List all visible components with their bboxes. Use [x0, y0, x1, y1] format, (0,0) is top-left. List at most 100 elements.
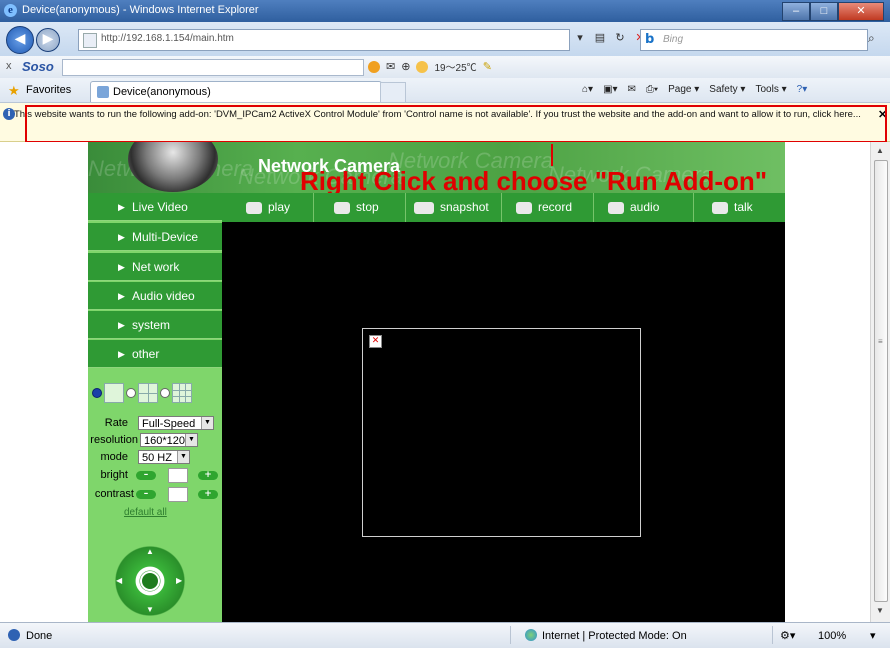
scroll-up-icon[interactable]: ▲	[876, 146, 884, 155]
menu-item-live-video[interactable]: ▶ Live Video	[88, 193, 222, 221]
weather-text[interactable]: 19～25℃	[434, 59, 476, 74]
menu-item-system[interactable]: ▶ system	[88, 311, 222, 339]
scroll-thumb[interactable]	[874, 160, 888, 602]
favorites-star-icon[interactable]: ★	[8, 83, 20, 99]
close-button[interactable]: ✕	[838, 2, 884, 21]
rate-select[interactable]: Full-Speed ▼	[138, 416, 214, 430]
compatibility-icon[interactable]: ▤	[592, 29, 608, 47]
back-button[interactable]: ◀	[6, 26, 34, 54]
ptz-center-icon[interactable]	[140, 571, 160, 591]
address-input[interactable]: http://192.168.1.154/main.htm	[78, 29, 570, 51]
layout-1-icon	[104, 383, 124, 403]
pan-right-icon[interactable]: ▶	[176, 576, 182, 585]
default-all-link[interactable]: default all	[124, 507, 167, 518]
new-tab-button[interactable]	[380, 82, 406, 103]
bright-label: bright	[100, 469, 128, 481]
bright-decrease-button[interactable]: –	[136, 471, 156, 480]
soso-toolbar: x Soso ✉ ⊕ 19～25℃ ✎	[0, 56, 890, 79]
pan-up-icon[interactable]: ▲	[146, 547, 154, 556]
camera-dome-logo	[128, 142, 218, 192]
layout-9-icon	[172, 383, 192, 403]
layout-9-radio[interactable]	[160, 388, 170, 398]
favorites-bar: ★ Favorites Device(anonymous) ⌂▾ ▣▾ ✉ ⎙▾…	[0, 78, 890, 103]
help-icon[interactable]: ?▾	[797, 84, 808, 95]
menu-item-other[interactable]: ▶ other	[88, 340, 222, 368]
talk-button[interactable]: talk	[694, 193, 785, 222]
highlight-box	[25, 105, 887, 143]
forward-button[interactable]: ▶	[36, 28, 60, 52]
play-button[interactable]: play	[222, 193, 314, 222]
soso-search-input[interactable]	[62, 59, 364, 76]
tools-menu[interactable]: Tools ▾	[755, 84, 786, 95]
highlight-icon[interactable]: ✎	[483, 60, 492, 73]
maximize-button[interactable]: □	[810, 2, 838, 21]
stop-button[interactable]: stop	[314, 193, 406, 222]
bright-value	[168, 468, 188, 483]
contrast-label: contrast	[94, 488, 134, 500]
status-bar: Done Internet | Protected Mode: On ⚙▾ 10…	[0, 622, 890, 648]
print-icon[interactable]: ⎙▾	[646, 84, 658, 95]
weather-icon	[416, 60, 429, 73]
pan-left-icon[interactable]: ◀	[116, 576, 122, 585]
mail-icon[interactable]: ✉	[628, 84, 636, 95]
audio-button[interactable]: audio	[594, 193, 694, 222]
contrast-decrease-button[interactable]: –	[136, 490, 156, 499]
record-button[interactable]: record	[502, 193, 594, 222]
refresh-icon[interactable]: ↻	[612, 29, 628, 47]
video-toolbar: play stop snapshot record audio talk	[222, 193, 785, 222]
rate-label: Rate	[104, 417, 128, 429]
mode-label: mode	[100, 451, 128, 463]
layout-4-icon	[138, 383, 158, 403]
page-status-icon	[8, 629, 20, 641]
favorites-button[interactable]: Favorites	[26, 84, 71, 96]
sun-icon[interactable]	[368, 60, 380, 73]
close-toolbar-icon[interactable]: x	[6, 60, 12, 72]
snapshot-button[interactable]: snapshot	[406, 193, 502, 222]
translate-icon[interactable]: ⊕	[401, 60, 410, 73]
contrast-value	[168, 487, 188, 502]
security-zone[interactable]: Internet | Protected Mode: On	[542, 630, 687, 642]
left-panel: ▶ Live Video ▶ Multi-Device ▶ Net work ▶ Aud…	[88, 193, 222, 622]
status-text: Done	[26, 630, 53, 642]
zoom-level[interactable]: 100%	[818, 630, 846, 642]
window-title-bar: e Device(anonymous) - Windows Internet E…	[0, 0, 890, 22]
mail-icon[interactable]: ✉	[386, 60, 395, 73]
dropdown-icon[interactable]: ▾	[572, 29, 588, 47]
feeds-icon[interactable]: ▣▾	[603, 84, 617, 95]
protected-mode-icon[interactable]: ⚙▾	[780, 629, 795, 642]
address-url: http://192.168.1.154/main.htm	[101, 33, 234, 44]
broken-plugin-icon: ✕	[369, 335, 382, 348]
layout-selector	[92, 383, 192, 403]
search-icon[interactable]: ⌕	[868, 31, 875, 46]
vertical-scrollbar[interactable]: ▲ ≡ ▼	[870, 142, 890, 622]
home-icon[interactable]: ⌂▾	[582, 84, 593, 95]
page-icon	[83, 33, 97, 48]
record-icon	[516, 201, 532, 214]
zoom-dropdown-icon[interactable]: ▾	[870, 629, 876, 642]
audio-icon	[608, 201, 624, 214]
search-input[interactable]: b Bing	[640, 29, 868, 51]
safety-menu[interactable]: Safety ▾	[709, 84, 745, 95]
search-placeholder: Bing	[663, 34, 684, 45]
page-menu[interactable]: Page ▾	[668, 84, 699, 95]
minimize-button[interactable]: –	[782, 2, 810, 21]
layout-1-radio[interactable]	[92, 388, 102, 398]
bright-increase-button[interactable]: +	[198, 471, 218, 480]
pan-down-icon[interactable]: ▼	[146, 605, 154, 614]
contrast-increase-button[interactable]: +	[198, 490, 218, 499]
scroll-down-icon[interactable]: ▼	[876, 606, 884, 615]
annotation-pointer	[551, 144, 553, 166]
activex-plugin-frame[interactable]	[362, 328, 641, 537]
tab-favicon-icon	[97, 86, 109, 98]
menu-item-audio-video[interactable]: ▶ Audio video	[88, 282, 222, 310]
resolution-select[interactable]: 160*120 ▼	[140, 433, 198, 447]
layout-4-radio[interactable]	[126, 388, 136, 398]
page-margin	[785, 193, 870, 622]
menu-item-multi-device[interactable]: ▶ Multi-Device	[88, 223, 222, 251]
snapshot-icon	[414, 201, 434, 214]
ptz-control[interactable]: ▲ ▼ ◀ ▶	[110, 541, 190, 621]
mode-select[interactable]: 50 HZ ▼	[138, 450, 190, 464]
talk-icon	[712, 201, 728, 214]
menu-item-network[interactable]: ▶ Net work	[88, 253, 222, 281]
browser-tab[interactable]: Device(anonymous)	[90, 81, 382, 102]
